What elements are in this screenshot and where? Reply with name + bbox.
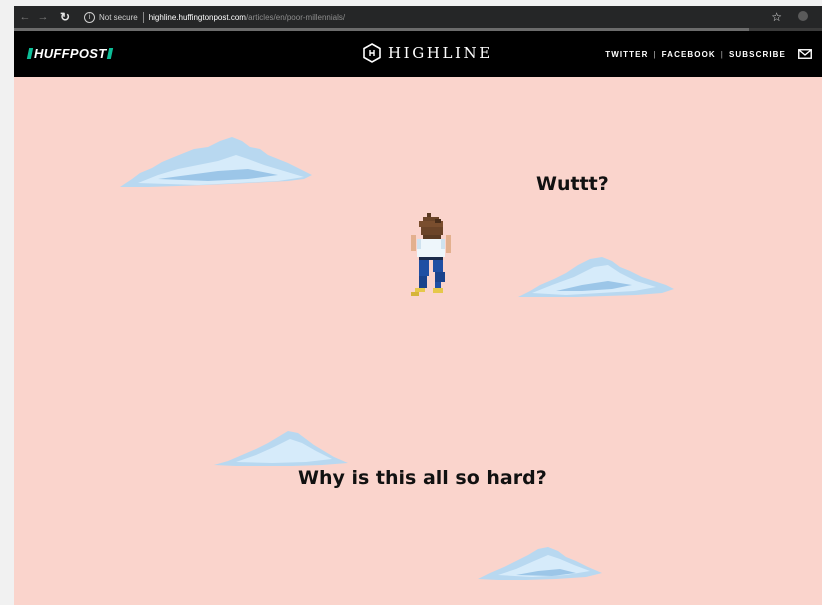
facebook-link[interactable]: FACEBOOK <box>662 50 716 59</box>
back-arrow-icon[interactable]: ← <box>18 11 32 23</box>
security-label[interactable]: Not secure <box>99 13 138 22</box>
logo-bar-left <box>26 48 34 59</box>
cloud-illustration <box>120 137 312 187</box>
section-title: HIGHLINE <box>388 44 493 62</box>
address-divider <box>142 11 144 23</box>
url-host: highline.huffingtonpost.com <box>148 12 246 22</box>
nav-separator: | <box>653 49 657 59</box>
huffpost-logo[interactable]: HUFFPOST <box>26 46 114 61</box>
nav-separator: | <box>720 49 724 59</box>
logo-bar-right <box>107 48 114 59</box>
address-bar[interactable]: highline.huffingtonpost.com/articles/en/… <box>149 13 345 22</box>
logo-text: HUFFPOST <box>34 46 107 61</box>
browser-window: ← → ↻ i Not secure highline.huffingtonpo… <box>14 6 822 605</box>
cloud-illustration <box>214 431 348 466</box>
highline-hexagon-icon <box>363 43 381 63</box>
cloud-illustration <box>478 547 602 580</box>
falling-person-illustration <box>411 213 451 296</box>
url-path: /articles/en/poor-millennials/ <box>245 12 346 22</box>
browser-toolbar: ← → ↻ i Not secure highline.huffingtonpo… <box>14 6 822 28</box>
story-caption: Wuttt? <box>536 173 609 195</box>
story-scene: Wuttt? Why is this all so hard? <box>14 77 822 605</box>
mail-icon[interactable] <box>798 49 812 59</box>
site-header: HUFFPOST HIGHLINE TWITTER | FACEBOOK | S… <box>14 31 822 77</box>
subscribe-link[interactable]: SUBSCRIBE <box>729 50 786 59</box>
forward-arrow-icon[interactable]: → <box>36 11 50 23</box>
extension-icon[interactable] <box>798 11 808 21</box>
story-caption: Why is this all so hard? <box>298 467 547 489</box>
info-icon[interactable]: i <box>84 11 95 23</box>
reload-icon[interactable]: ↻ <box>58 10 72 24</box>
cloud-illustration <box>518 257 674 297</box>
twitter-link[interactable]: TWITTER <box>605 50 648 59</box>
highline-logo[interactable]: HIGHLINE <box>362 43 493 63</box>
star-icon[interactable]: ☆ <box>771 10 782 24</box>
social-nav: TWITTER | FACEBOOK | SUBSCRIBE <box>605 49 812 59</box>
